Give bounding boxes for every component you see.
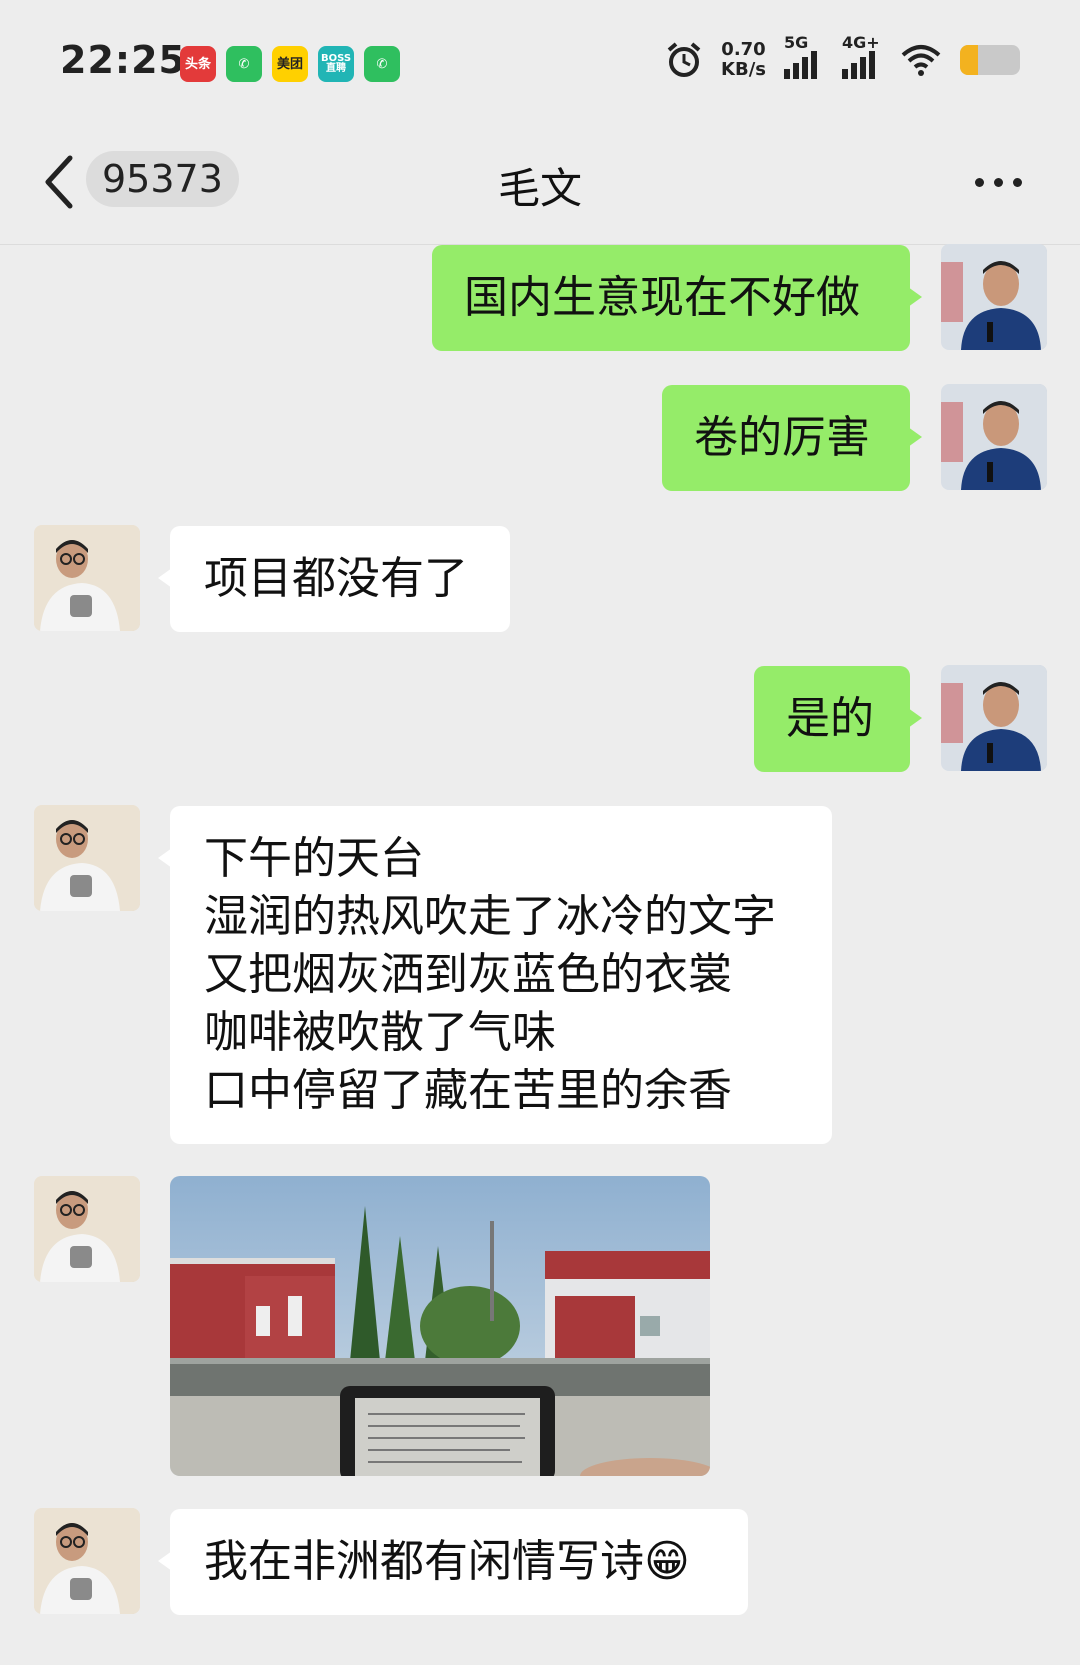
message-bubble-3[interactable]: 项目都没有了	[158, 526, 510, 632]
battery-icon	[960, 45, 1020, 75]
wifi-icon	[901, 45, 941, 76]
message-bubble-4[interactable]: 是的	[754, 666, 922, 772]
rooftop-photo[interactable]	[170, 1176, 710, 1476]
net-speed-unit: KB/s	[721, 59, 766, 80]
message-bubble-1[interactable]: 国内生意现在不好做	[432, 245, 922, 351]
meituan-icon: 美团	[272, 46, 308, 82]
friend-avatar[interactable]	[34, 525, 140, 631]
message-bubble-7[interactable]: 我在非洲都有闲情写诗😁	[158, 1509, 748, 1615]
my-avatar[interactable]	[941, 244, 1047, 350]
notification-icons: 头条 ✆ 美团 BOSS直聘 ✆	[180, 46, 400, 82]
friend-avatar[interactable]	[34, 1508, 140, 1614]
avatar-photo	[34, 805, 140, 911]
message-text-5: 下午的天台 湿润的热风吹走了冰冷的文字 又把烟灰洒到灰蓝色的衣裳 咖啡被吹散了气…	[204, 833, 776, 1116]
avatar-photo	[941, 244, 1047, 350]
avatar-photo	[34, 1176, 140, 1282]
status-bar: 22:25 头条 ✆ 美团 BOSS直聘 ✆ 0.70 KB/s 5G 4G+	[0, 0, 1080, 120]
signal-4g-icon: 4G+	[842, 33, 882, 79]
message-text-1: 国内生意现在不好做	[464, 272, 860, 323]
net-speed-value: 0.70	[721, 39, 766, 60]
message-text-2: 卷的厉害	[694, 412, 870, 463]
avatar-photo	[34, 525, 140, 631]
rooftop-photo-image	[170, 1176, 710, 1476]
signal-5g-icon: 5G	[784, 33, 824, 79]
alarm-icon	[667, 42, 701, 77]
net-speed: 0.70 KB/s	[721, 40, 766, 80]
avatar-photo	[941, 665, 1047, 771]
phone-app-icon-2: ✆	[364, 46, 400, 82]
avatar-photo	[941, 384, 1047, 490]
phone-app-icon: ✆	[226, 46, 262, 82]
message-text-3: 项目都没有了	[204, 553, 468, 604]
friend-avatar[interactable]	[34, 1176, 140, 1282]
toutiao-icon: 头条	[180, 46, 216, 82]
more-options-icon[interactable]	[975, 178, 1022, 187]
status-time: 22:25	[60, 38, 186, 82]
chat-header: 95373 毛文	[0, 120, 1080, 245]
boss-zhipin-icon: BOSS直聘	[318, 46, 354, 82]
avatar-photo	[34, 1508, 140, 1614]
friend-avatar[interactable]	[34, 805, 140, 911]
message-text-4: 是的	[786, 693, 874, 744]
my-avatar[interactable]	[941, 665, 1047, 771]
message-text-7: 我在非洲都有闲情写诗😁	[204, 1536, 690, 1587]
chat-title: 毛文	[497, 164, 582, 213]
message-bubble-2[interactable]: 卷的厉害	[662, 385, 922, 491]
my-avatar[interactable]	[941, 384, 1047, 490]
message-bubble-5[interactable]: 下午的天台 湿润的热风吹走了冰冷的文字 又把烟灰洒到灰蓝色的衣裳 咖啡被吹散了气…	[158, 806, 832, 1144]
system-status: 0.70 KB/s 5G 4G+	[665, 33, 1020, 80]
